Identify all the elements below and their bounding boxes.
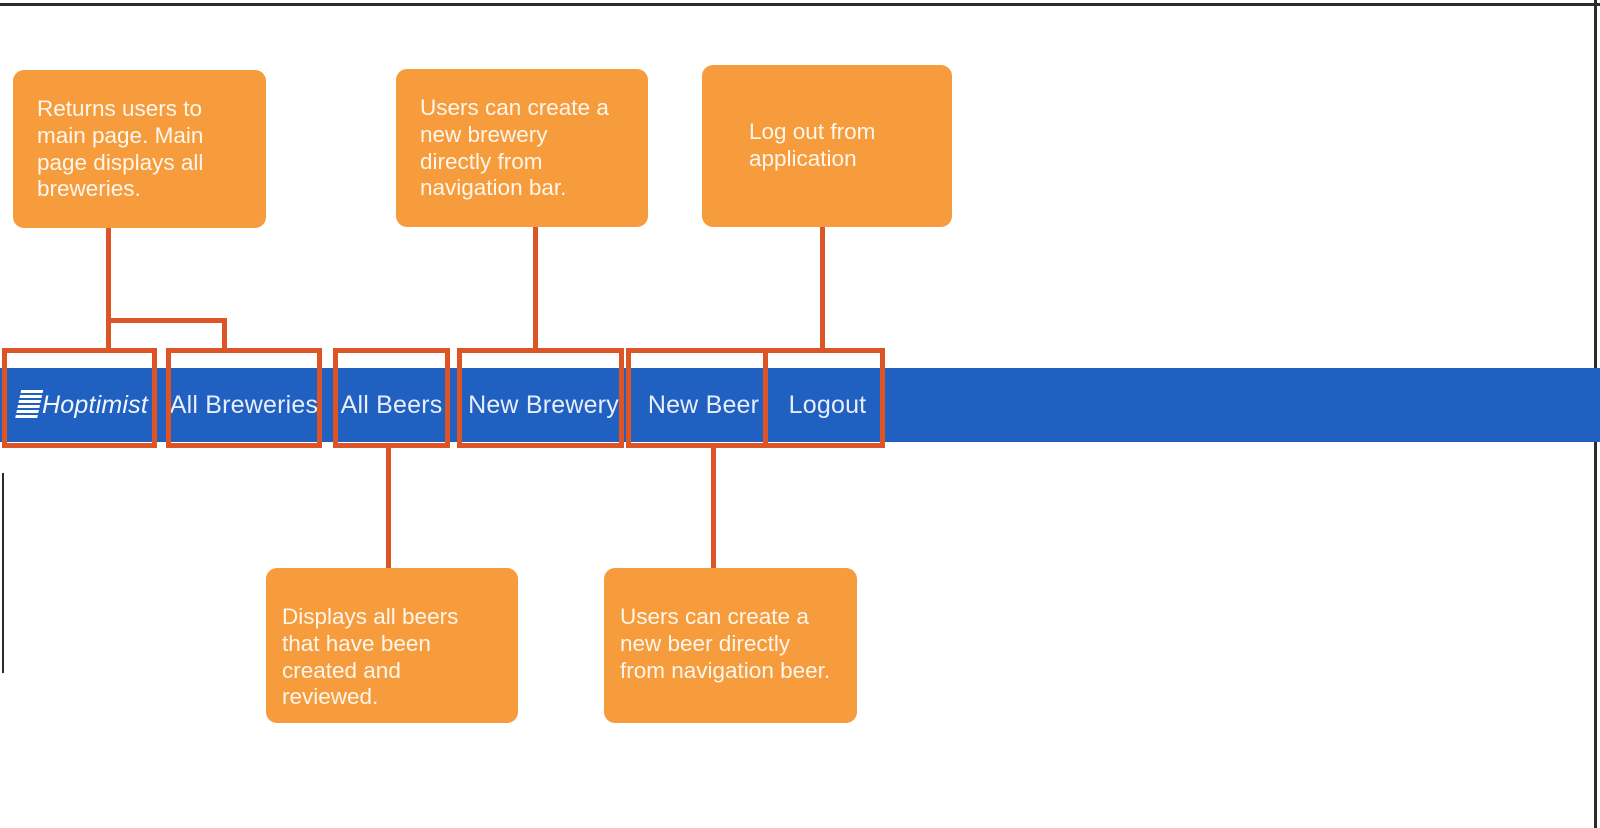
highlight-new-brewery — [457, 348, 624, 448]
connector-all-breweries-vertical — [222, 318, 227, 351]
callout-all-beers: Displays all beers that have been create… — [266, 568, 518, 723]
connector-all-beers-vertical — [386, 444, 391, 571]
connector-brand-horizontal — [106, 318, 227, 323]
connector-brand-vertical-lower — [106, 318, 111, 351]
diagram-canvas: Returns users to main page. Main page di… — [0, 0, 1600, 828]
highlight-all-beers — [333, 348, 450, 448]
callout-brand: Returns users to main page. Main page di… — [13, 70, 266, 228]
highlight-new-beer — [626, 348, 768, 448]
page-border-left — [2, 473, 4, 673]
connector-new-brewery-vertical — [533, 225, 538, 351]
connector-brand-vertical-upper — [106, 225, 111, 323]
connector-new-beer-vertical — [711, 444, 716, 571]
callout-new-beer: Users can create a new beer directly fro… — [604, 568, 857, 723]
callout-new-brewery: Users can create a new brewery directly … — [396, 69, 648, 227]
page-border-top — [0, 3, 1600, 6]
connector-logout-vertical — [820, 225, 825, 351]
callout-logout: Log out from application — [702, 65, 952, 227]
highlight-all-breweries — [166, 348, 322, 448]
highlight-brand — [2, 348, 157, 448]
highlight-logout — [763, 348, 885, 448]
